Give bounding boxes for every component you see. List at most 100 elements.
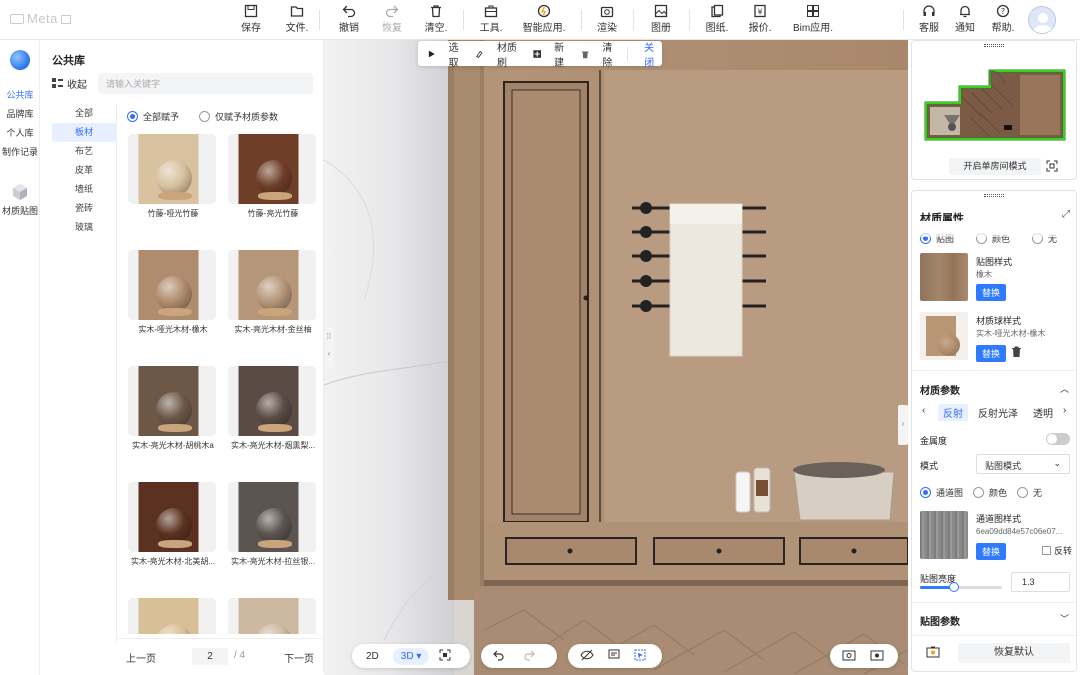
expand-panel-button[interactable]: ⤢ bbox=[1062, 209, 1070, 220]
tools-menu-button[interactable]: 工具. bbox=[478, 4, 504, 34]
category-tile[interactable]: 瓷砖 bbox=[52, 199, 116, 218]
category-all[interactable]: 全部 bbox=[52, 104, 116, 123]
viewport-undo-button[interactable] bbox=[493, 649, 505, 664]
material-grid: 竹藤-哑光竹藤 竹藤-亮光竹藤 实木-哑光木材-橡木 实木-亮光木材-金丝柚 实木-亮光… bbox=[126, 134, 322, 634]
material-card[interactable]: 实木-亮光木材-烟熏梨... bbox=[228, 366, 318, 451]
material-card[interactable]: 实木-亮光木材-北美胡... bbox=[128, 482, 218, 567]
drawings-menu-button[interactable]: 图纸. bbox=[703, 4, 731, 34]
rail-item-history[interactable]: 制作记录 bbox=[0, 145, 40, 158]
replace-channel-button[interactable]: 替换 bbox=[976, 543, 1007, 560]
save-button[interactable]: 保存 bbox=[238, 4, 264, 34]
view-mode-switch: 2D 3D ▾ bbox=[352, 644, 470, 668]
brightness-slider[interactable] bbox=[920, 582, 1002, 592]
screenshot-button[interactable] bbox=[842, 649, 856, 664]
album-button[interactable]: 图册 bbox=[648, 4, 674, 34]
map-thumbnail[interactable] bbox=[920, 253, 968, 301]
undo-button[interactable]: 撤销 bbox=[336, 4, 362, 34]
radio-channel-none[interactable]: 无 bbox=[1017, 486, 1042, 499]
radio-channel-map[interactable]: 通道图 bbox=[920, 486, 963, 499]
quote-menu-button[interactable]: ¥ 报价. bbox=[746, 4, 774, 34]
material-card[interactable]: 实木-哑光木材-橡木 bbox=[128, 250, 218, 335]
select-tool-button[interactable]: 选取 bbox=[428, 39, 465, 69]
replace-ball-button[interactable]: 替换 bbox=[976, 345, 1007, 362]
material-card[interactable] bbox=[128, 598, 218, 634]
notifications-button[interactable]: 通知 bbox=[952, 4, 978, 34]
view-2d-button[interactable]: 2D bbox=[366, 651, 379, 662]
category-fabric[interactable]: 布艺 bbox=[52, 142, 116, 161]
drag-handle-icon[interactable] bbox=[984, 44, 1004, 47]
tabs-next-icon[interactable]: › bbox=[1063, 405, 1066, 416]
new-material-button[interactable]: 新建 bbox=[533, 39, 571, 69]
viewport-redo-button[interactable] bbox=[523, 649, 535, 664]
material-card[interactable]: 实木-亮光木材-金丝柚 bbox=[228, 250, 318, 335]
3d-viewport[interactable]: ⁞⁞ ‹ › bbox=[324, 40, 908, 675]
view-3d-button[interactable]: 3D ▾ bbox=[392, 647, 430, 665]
delete-ball-button[interactable] bbox=[1011, 346, 1022, 360]
page-number-input[interactable]: 2 bbox=[192, 648, 228, 665]
metalness-toggle[interactable] bbox=[1046, 433, 1070, 445]
redo-button[interactable]: 恢复 bbox=[379, 4, 405, 34]
category-board[interactable]: 板材 bbox=[52, 123, 116, 142]
rail-item-public-library[interactable]: 公共库 bbox=[0, 88, 40, 101]
channel-map-thumbnail[interactable] bbox=[920, 511, 968, 559]
material-card[interactable]: 实木-亮光木材-胡桃木a bbox=[128, 366, 218, 451]
collapse-button[interactable]: 收起 bbox=[52, 74, 87, 92]
annotation-button[interactable] bbox=[608, 649, 620, 664]
search-input[interactable]: 请输入关键字 bbox=[98, 73, 313, 94]
rail-item-personal-library[interactable]: 个人库 bbox=[0, 126, 40, 139]
rail-item-brand-library[interactable]: 品牌库 bbox=[0, 107, 40, 120]
camera-settings-button[interactable] bbox=[870, 649, 884, 664]
mode-select[interactable]: 贴图模式 ⌄ bbox=[976, 454, 1070, 474]
material-pick-button[interactable] bbox=[634, 649, 646, 664]
material-card[interactable]: 竹藤-亮光竹藤 bbox=[228, 134, 318, 219]
material-card[interactable]: 竹藤-哑光竹藤 bbox=[128, 134, 218, 219]
next-page-button[interactable]: 下一页 bbox=[284, 650, 314, 665]
tab-transparency[interactable]: 透明 bbox=[1033, 405, 1053, 420]
render-button[interactable]: 渲染 bbox=[594, 4, 620, 34]
category-glass[interactable]: 玻璃 bbox=[52, 218, 116, 237]
tab-reflection[interactable]: 反射 bbox=[938, 404, 968, 421]
radio-apply-params-only[interactable]: 仅赋予材质参数 bbox=[199, 110, 278, 123]
close-tools-button[interactable]: 关闭 bbox=[644, 39, 662, 69]
brightness-input[interactable]: 1.3 bbox=[1011, 572, 1070, 592]
category-wallpaper[interactable]: 墙纸 bbox=[52, 180, 116, 199]
support-button[interactable]: 客服 bbox=[916, 4, 942, 34]
fit-view-button[interactable] bbox=[439, 649, 451, 664]
material-card[interactable] bbox=[228, 598, 318, 634]
minimap-panel[interactable]: 开启单房间模式 bbox=[911, 40, 1077, 180]
material-ball-thumbnail[interactable] bbox=[920, 312, 968, 360]
bim-apps-button[interactable]: Bim应用. bbox=[790, 4, 836, 34]
grid-icon bbox=[52, 77, 63, 88]
file-menu-button[interactable]: 文件. bbox=[282, 4, 312, 34]
single-room-mode-button[interactable]: 开启单房间模式 bbox=[949, 158, 1041, 175]
library-collapse-handle[interactable]: ⁞⁞ ‹ bbox=[324, 328, 334, 368]
fullscreen-button[interactable] bbox=[1046, 160, 1058, 175]
tab-reflection-gloss[interactable]: 反射光泽 bbox=[978, 405, 1018, 420]
radio-apply-all[interactable]: 全部赋予 bbox=[127, 110, 179, 123]
slider-knob[interactable] bbox=[949, 582, 960, 592]
replace-map-button[interactable]: 替换 bbox=[976, 284, 1007, 301]
expand-map-params-icon[interactable]: ﹀ bbox=[1060, 612, 1069, 625]
collapse-params-icon[interactable]: ︿ bbox=[1060, 382, 1069, 395]
help-menu-button[interactable]: ? 帮助. bbox=[988, 4, 1018, 34]
rail-item-material-map[interactable]: 材质贴图 bbox=[0, 182, 40, 217]
clear-material-button[interactable]: 清除 bbox=[581, 39, 619, 69]
restore-default-button[interactable]: 恢复默认 bbox=[958, 643, 1070, 663]
user-avatar[interactable] bbox=[1028, 6, 1056, 34]
tabs-prev-icon[interactable]: ‹ bbox=[922, 405, 925, 416]
material-brush-button[interactable]: 材质刷 bbox=[475, 39, 522, 69]
prev-page-button[interactable]: 上一页 bbox=[126, 650, 156, 665]
material-card[interactable]: 实木-亮光木材-拉丝银... bbox=[228, 482, 318, 567]
category-leather[interactable]: 皮革 bbox=[52, 161, 116, 180]
camera-controls bbox=[830, 644, 898, 668]
invert-checkbox[interactable]: 反转 bbox=[1042, 544, 1072, 557]
camera-icon bbox=[600, 6, 614, 18]
drag-handle-icon[interactable] bbox=[984, 194, 1004, 197]
clear-menu-button[interactable]: 清空. bbox=[423, 4, 449, 34]
properties-collapse-handle[interactable]: › bbox=[898, 405, 908, 445]
smart-apps-button[interactable]: 智能应用. bbox=[520, 4, 568, 34]
radio-channel-color[interactable]: 颜色 bbox=[973, 486, 1007, 499]
snapshot-button[interactable] bbox=[926, 646, 940, 661]
hide-toggle-button[interactable] bbox=[580, 649, 594, 664]
material-thumbnail bbox=[228, 366, 316, 436]
